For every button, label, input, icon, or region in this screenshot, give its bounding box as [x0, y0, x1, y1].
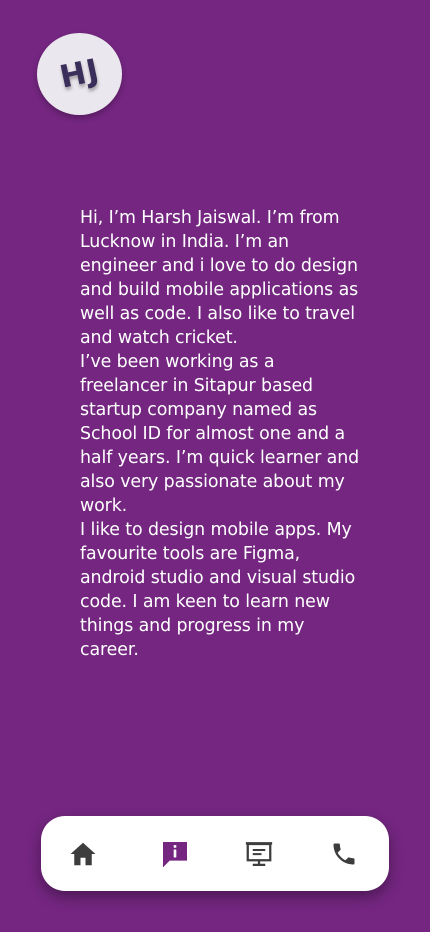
- home-icon: [70, 842, 96, 866]
- nav-home-button[interactable]: [66, 837, 100, 871]
- logo-initials: HJ: [56, 52, 103, 96]
- about-paragraph: I like to design mobile apps. My favouri…: [80, 520, 356, 660]
- logo-avatar: HJ: [37, 33, 122, 115]
- presentation-icon: [245, 842, 273, 866]
- nav-about-button[interactable]: [158, 837, 192, 871]
- nav-contact-button[interactable]: [327, 837, 361, 871]
- about-text-block: Hi, I’m Harsh Jaiswal. I’m from Lucknow …: [80, 206, 365, 662]
- bottom-navigation-bar: [41, 816, 389, 891]
- about-paragraph: Hi, I’m Harsh Jaiswal. I’m from Lucknow …: [80, 208, 359, 348]
- nav-projects-button[interactable]: [242, 837, 276, 871]
- info-icon: [163, 842, 187, 868]
- about-paragraph: I’ve been working as a freelancer in Sit…: [80, 352, 360, 516]
- phone-icon: [333, 843, 355, 865]
